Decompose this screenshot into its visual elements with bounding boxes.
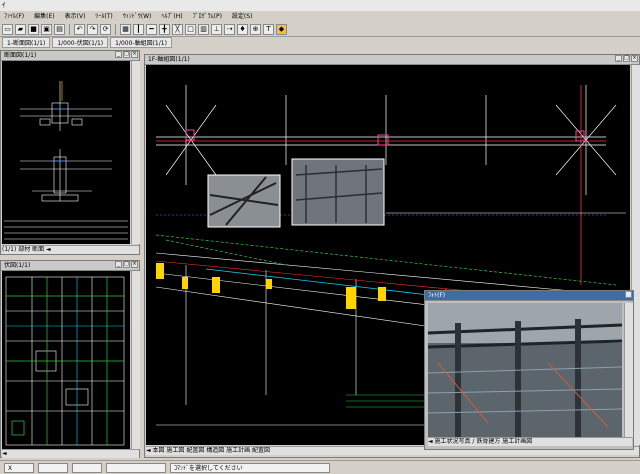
tab-elevation[interactable]: 1/000-軸組図(1/1): [110, 37, 172, 48]
save-as-icon[interactable]: ▣: [41, 24, 52, 35]
status-field-empty-3: [106, 462, 166, 473]
column-icon[interactable]: ┃: [133, 24, 144, 35]
app-title-bar: ｲ: [0, 0, 640, 11]
photo-window-title: ﾌｫﾄ(F): [428, 292, 446, 299]
menu-item-help[interactable]: ﾍﾙﾌﾟ(H): [161, 11, 182, 23]
close-icon[interactable]: ×: [631, 55, 638, 62]
rect-icon[interactable]: □: [185, 24, 196, 35]
elevation-scroll-text: ◄ 本図 施工図 配置図 構造図 施工計画 配置図: [146, 447, 271, 454]
plan-drawing: [5, 276, 125, 446]
new-file-icon[interactable]: ▭: [2, 24, 13, 35]
minimize-icon[interactable]: _: [115, 51, 122, 58]
text-icon[interactable]: T: [263, 24, 274, 35]
section-horizontal-scrollbar[interactable]: (1/1) 部材 断面 ◄: [2, 245, 139, 254]
save-icon[interactable]: ■: [28, 24, 39, 35]
tab-section[interactable]: 1-断面図(1/1): [2, 37, 51, 48]
section-canvas[interactable]: [2, 61, 130, 244]
plan-horizontal-scrollbar[interactable]: ◄: [2, 449, 139, 458]
close-icon[interactable]: ×: [131, 261, 138, 268]
section-window-title: 断面図(1/1): [4, 52, 37, 59]
status-hint: ｺﾏﾝﾄﾞを選択してください: [170, 462, 330, 473]
section-scroll-text: (1/1) 部材 断面 ◄: [2, 246, 51, 253]
plan-window-title: 伏図(1/1): [4, 262, 31, 269]
toolbar: ▭ ▰ ■ ▣ ▤ ↶ ↷ ⟳ ▦ ┃ ━ ╋ ╳ □ ▥ ⊥ ⇢ ♦ ⊕ T …: [0, 23, 640, 37]
document-tabs: 1-断面図(1/1) 1/000-伏図(1/1) 1/000-軸組図(1/1): [0, 37, 640, 49]
menu-bar: ﾌｧｲﾙ(F) 編集(E) 表示(V) ﾂｰﾙ(T) ｳｨﾝﾄﾞｳ(W) ﾍﾙﾌ…: [0, 11, 640, 23]
photo-window: ﾌｫﾄ(F) × ◄ 施工状況写真 / 鉄骨建方 施工計画図: [424, 290, 634, 450]
menu-item-edit[interactable]: 編集(E): [34, 11, 54, 23]
maximize-icon[interactable]: □: [123, 261, 130, 268]
beam-icon[interactable]: ━: [146, 24, 157, 35]
plan-scroll-text: ◄: [2, 450, 7, 457]
menu-item-tools[interactable]: ﾂｰﾙ(T): [95, 11, 112, 23]
rotate-icon[interactable]: ⟳: [100, 24, 111, 35]
status-field-empty: [38, 462, 68, 473]
plan-window-caption: 伏図(1/1) _ □ ×: [1, 261, 139, 271]
zoom-icon[interactable]: ⊕: [250, 24, 261, 35]
close-icon[interactable]: ×: [131, 51, 138, 58]
tool-icon[interactable]: ⊥: [211, 24, 222, 35]
plan-window: 伏図(1/1) _ □ × ◄: [0, 260, 140, 458]
frame-icon[interactable]: ╋: [159, 24, 170, 35]
menu-item-file[interactable]: ﾌｧｲﾙ(F): [4, 11, 24, 23]
section-vertical-scrollbar[interactable]: [131, 61, 140, 244]
maximize-icon[interactable]: □: [623, 55, 630, 62]
plan-canvas[interactable]: [2, 271, 130, 449]
toolbar-divider: [69, 24, 70, 35]
menu-item-program[interactable]: ﾌﾟﾛｸﾞﾗﾑ(P): [193, 11, 222, 23]
photo-window-caption: ﾌｫﾄ(F) ×: [425, 291, 633, 301]
toolbar-divider: [115, 24, 116, 35]
brace-icon[interactable]: ╳: [172, 24, 183, 35]
table-icon[interactable]: ▥: [198, 24, 209, 35]
photo-image: [428, 303, 622, 437]
menu-item-view[interactable]: 表示(V): [65, 11, 86, 23]
app-title: ｲ: [2, 1, 6, 9]
print-icon[interactable]: ▤: [54, 24, 65, 35]
maximize-icon[interactable]: □: [123, 51, 130, 58]
redo-icon[interactable]: ↷: [87, 24, 98, 35]
undo-icon[interactable]: ↶: [74, 24, 85, 35]
grid-icon[interactable]: ▦: [120, 24, 131, 35]
photo-caption-bar: ◄ 施工状況写真 / 鉄骨建方 施工計画図: [428, 437, 632, 446]
coord-field: X: [4, 462, 34, 473]
status-field-empty-2: [72, 462, 102, 473]
elevation-window-caption: 1F-軸組図(1/1) _ □ ×: [145, 55, 639, 65]
open-folder-icon[interactable]: ▰: [15, 24, 26, 35]
menu-item-settings[interactable]: 設定(S): [232, 11, 253, 23]
close-icon[interactable]: ×: [625, 291, 632, 298]
section-drawing: [4, 81, 128, 240]
plan-vertical-scrollbar[interactable]: [131, 271, 140, 449]
menu-item-window[interactable]: ｳｨﾝﾄﾞｳ(W): [123, 11, 152, 23]
pin-icon[interactable]: ♦: [237, 24, 248, 35]
minimize-icon[interactable]: _: [615, 55, 622, 62]
minimize-icon[interactable]: _: [115, 261, 122, 268]
status-bar: X ｺﾏﾝﾄﾞを選択してください: [0, 460, 640, 474]
photo-caption: ◄ 施工状況写真 / 鉄骨建方 施工計画図: [428, 438, 533, 445]
section-window: 断面図(1/1) _ □ × (1/1) 部材 断面 ◄: [0, 50, 140, 255]
photo-vertical-scrollbar[interactable]: [624, 303, 633, 437]
photo-construction-image: [428, 303, 622, 437]
cube-3d-icon[interactable]: ◆: [276, 24, 287, 35]
tab-plan[interactable]: 1/000-伏図(1/1): [52, 37, 109, 48]
section-window-caption: 断面図(1/1) _ □ ×: [1, 51, 139, 61]
elevation-window-title: 1F-軸組図(1/1): [148, 56, 190, 63]
arrow-icon[interactable]: ⇢: [224, 24, 235, 35]
